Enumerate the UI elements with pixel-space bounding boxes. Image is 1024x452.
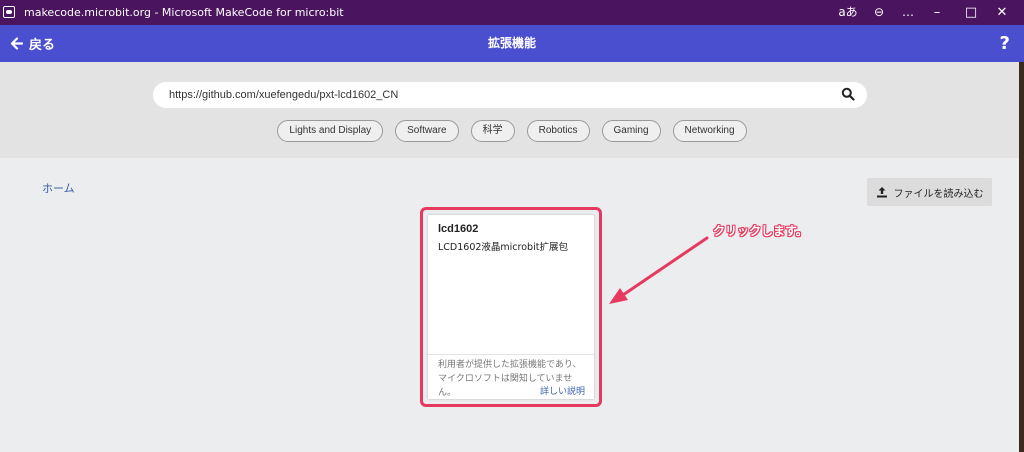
tag-science[interactable]: 科学 [470, 120, 515, 142]
close-button[interactable]: ✕ [982, 0, 1022, 25]
page-header: 戻る 拡張機能 ? [0, 25, 1024, 62]
card-footer: 利用者が提供した拡張機能であり、マイクロソフトは関知していません。 詳しい説明 [428, 354, 594, 400]
tag-robotics[interactable]: Robotics [526, 120, 590, 142]
extension-card[interactable]: lcd1602 LCD1602液晶microbit扩展包 利用者が提供した拡張機… [428, 215, 594, 399]
search-input[interactable] [167, 88, 811, 102]
import-file-button[interactable]: ファイルを読み込む [867, 178, 992, 206]
background-edge [1019, 62, 1024, 452]
back-button[interactable]: 戻る [10, 25, 55, 62]
app-icon [3, 6, 15, 18]
breadcrumb-home[interactable]: ホーム [42, 180, 75, 196]
window-title: makecode.microbit.org - Microsoft MakeCo… [24, 6, 344, 19]
card-title: lcd1602 [438, 223, 479, 235]
help-icon[interactable]: ? [1000, 25, 1010, 62]
card-description: LCD1602液晶microbit扩展包 [438, 242, 568, 253]
import-file-label: ファイルを読み込む [893, 188, 984, 200]
search-box [153, 82, 867, 108]
learn-more-link[interactable]: 詳しい説明 [537, 384, 585, 397]
page-title: 拡張機能 [487, 36, 536, 50]
upload-icon [876, 187, 887, 198]
window-titlebar: makecode.microbit.org - Microsoft MakeCo… [0, 0, 1024, 25]
tag-software[interactable]: Software [395, 120, 459, 142]
tag-lights-and-display[interactable]: Lights and Display [277, 120, 384, 142]
tag-gaming[interactable]: Gaming [601, 120, 661, 142]
search-section: Lights and Display Software 科学 Robotics … [0, 62, 1024, 158]
tag-networking[interactable]: Networking [672, 120, 747, 142]
category-tags: Lights and Display Software 科学 Robotics … [0, 120, 1024, 142]
search-icon[interactable] [841, 87, 855, 101]
back-label: 戻る [29, 38, 56, 53]
annotation-text: クリックします。 [713, 224, 808, 238]
arrow-left-icon [10, 37, 23, 50]
zoom-icon[interactable]: ⊖ [865, 3, 893, 21]
card-highlight: lcd1602 LCD1602液晶microbit扩展包 利用者が提供した拡張機… [420, 207, 602, 407]
read-aloud-icon[interactable]: aあ [834, 3, 862, 21]
